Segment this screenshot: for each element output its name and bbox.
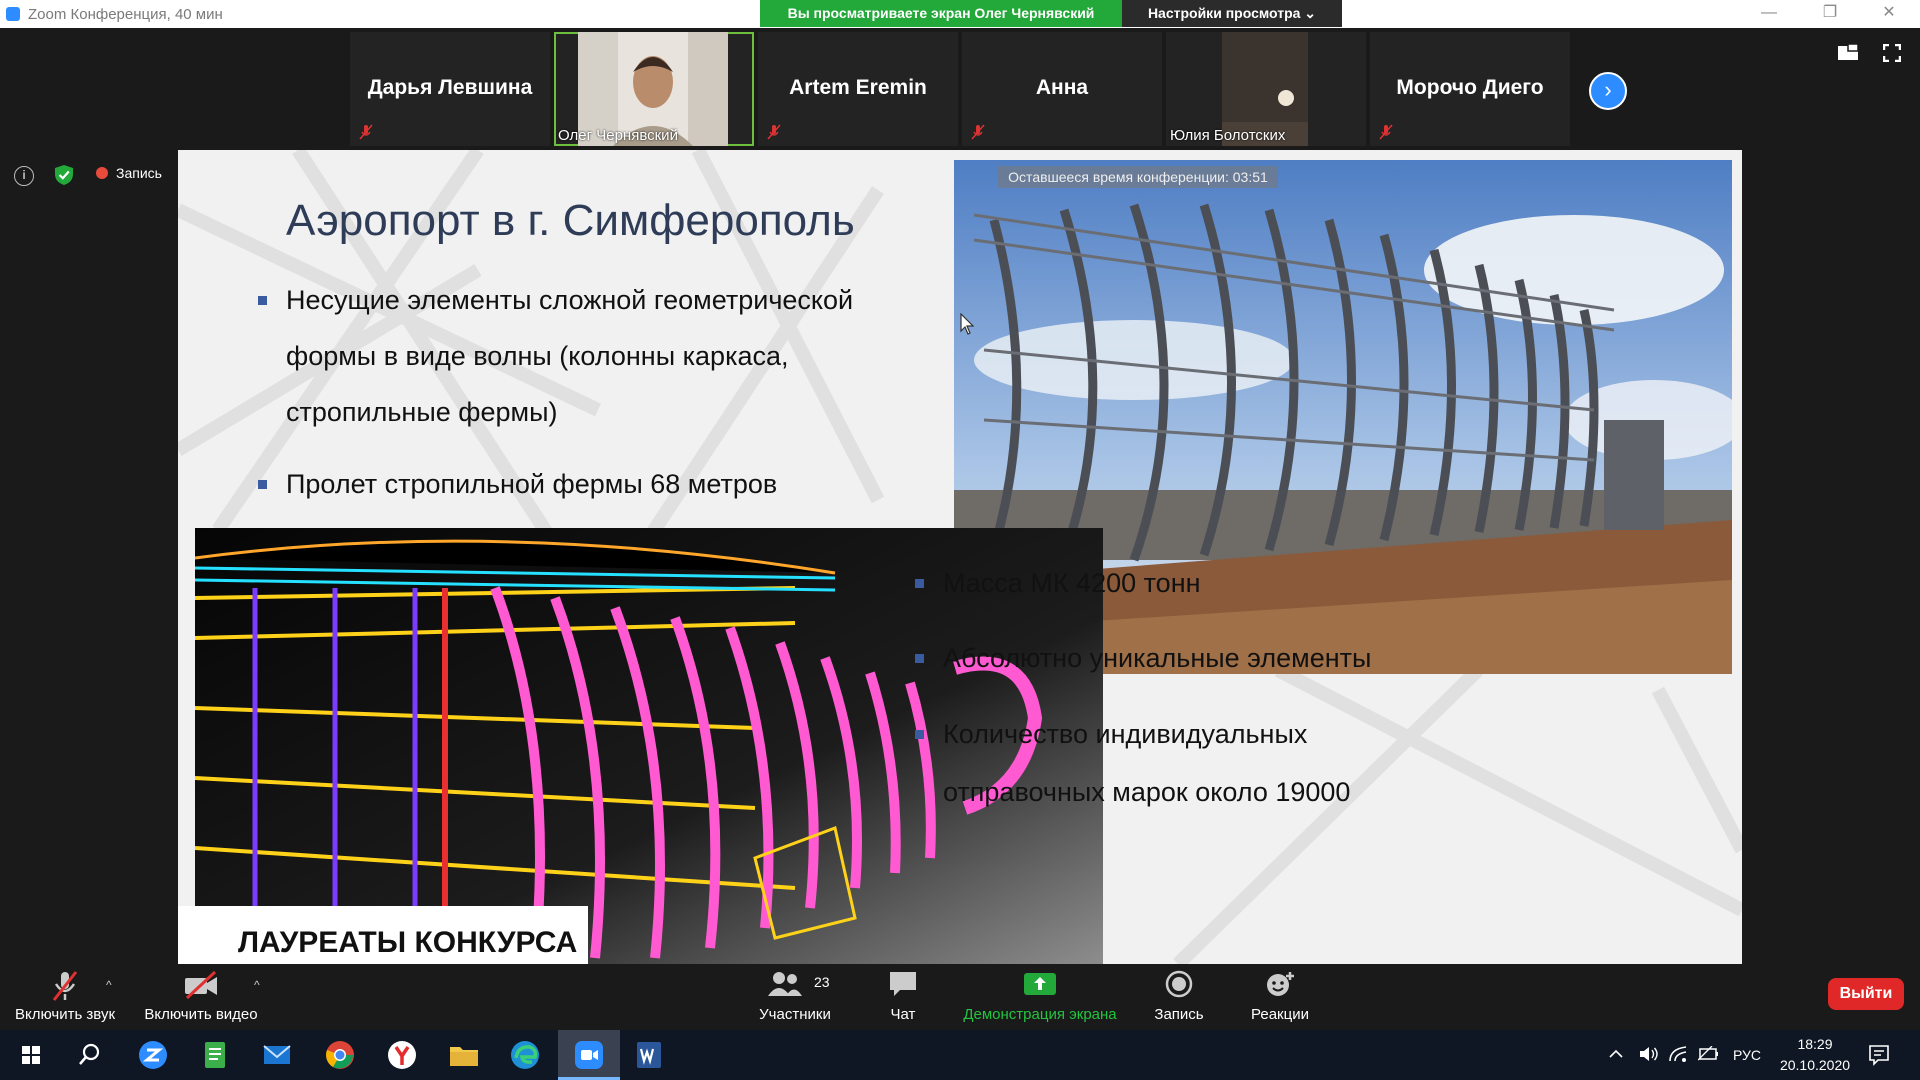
evernote-icon[interactable]: [198, 1038, 232, 1072]
network-icon[interactable]: [1668, 1045, 1688, 1063]
participants-icon: [768, 972, 802, 996]
remaining-time-banner: Оставшееся время конференции: 03:51: [998, 166, 1278, 188]
record-dot-icon: [96, 167, 108, 179]
chat-button[interactable]: Чат: [863, 964, 943, 1030]
close-window-button[interactable]: ✕: [1874, 2, 1904, 24]
view-options-button[interactable]: Настройки просмотра ⌄: [1122, 0, 1342, 27]
record-label: Запись: [1154, 1006, 1204, 1023]
participant-tile[interactable]: Artem Eremin: [758, 32, 958, 146]
share-screen-label: Демонстрация экрана: [963, 1006, 1117, 1023]
participant-name: Морочо Диего: [1396, 76, 1544, 99]
participant-tile[interactable]: Дарья Левшина: [350, 32, 550, 146]
window-title: Zoom Конференция, 40 мин: [28, 6, 223, 23]
slide-title: Аэропорт в г. Симферополь: [286, 196, 855, 245]
input-language[interactable]: РУС: [1733, 1047, 1761, 1063]
chat-icon: [890, 972, 916, 996]
fullscreen-icon[interactable]: [1883, 44, 1901, 62]
video-off-icon: [185, 970, 217, 1000]
zoom-meetings-icon: [575, 1041, 603, 1069]
active-taskbar-slot[interactable]: [558, 1030, 620, 1080]
mouse-cursor-icon: [960, 313, 974, 335]
edge-icon[interactable]: [508, 1038, 542, 1072]
slide-bullet: Пролет стропильной фермы 68 метров: [258, 456, 777, 512]
recording-indicator[interactable]: Запись: [96, 165, 162, 181]
notifications-icon[interactable]: [1868, 1044, 1890, 1066]
clock-time[interactable]: 18:29: [1790, 1036, 1840, 1052]
slide-bullet: Несущие элементы сложной геометрической: [258, 272, 853, 328]
zoom-app-icon[interactable]: [136, 1038, 170, 1072]
battery-icon[interactable]: [1698, 1046, 1720, 1062]
slide-bullet: Количество индивидуальных: [915, 706, 1307, 762]
window-title-bar: Zoom Конференция, 40 мин Вы просматривае…: [0, 0, 1920, 28]
volume-icon[interactable]: [1638, 1045, 1658, 1063]
bullet-marker: [258, 480, 267, 489]
screen-share-banner: Вы просматриваете экран Олег Чернявский: [760, 0, 1122, 27]
participant-name: Олег Чернявский: [558, 127, 678, 144]
share-screen-button[interactable]: Демонстрация экрана: [955, 964, 1125, 1030]
slide-bullet-continued: отправочных марок около 19000: [943, 777, 1351, 807]
mic-muted-icon: [52, 971, 78, 1001]
chrome-icon[interactable]: [323, 1038, 357, 1072]
yandex-browser-icon[interactable]: [385, 1038, 419, 1072]
bullet-marker: [258, 296, 267, 305]
participant-name: Дарья Левшина: [367, 76, 533, 99]
participant-name: Юлия Болотских: [1170, 127, 1286, 144]
participants-label: Участники: [759, 1006, 831, 1023]
record-icon: [1165, 970, 1193, 998]
slide-bullet-continued: формы в виде волны (колонны каркаса,: [286, 341, 789, 371]
security-shield-icon[interactable]: [54, 164, 74, 186]
audio-options-caret-icon[interactable]: ^: [106, 978, 112, 992]
participants-count-badge: 23: [814, 974, 830, 990]
shared-screen-slide: Аэропорт в г. Симферополь Несущие элемен…: [178, 150, 1742, 964]
start-video-label: Включить видео: [144, 1006, 258, 1023]
participant-strip: Дарья Левшина Олег Чернявский Artem Erem…: [0, 28, 1920, 150]
windows-taskbar: РУС 18:29 20.10.2020: [0, 1030, 1920, 1080]
participant-tile-active[interactable]: Олег Чернявский: [554, 32, 754, 146]
mic-muted-icon: [359, 124, 373, 140]
participant-name: Анна: [1035, 76, 1089, 99]
bullet-marker: [915, 579, 924, 588]
search-icon[interactable]: [72, 1038, 106, 1072]
participant-tile[interactable]: Морочо Диего: [1370, 32, 1570, 146]
unmute-label: Включить звук: [14, 1006, 116, 1023]
participant-tile[interactable]: Анна: [962, 32, 1162, 146]
leave-meeting-button[interactable]: Выйти: [1828, 978, 1904, 1010]
slide-bullet-continued: стропильные фермы): [286, 397, 558, 427]
mic-muted-icon: [767, 124, 781, 140]
mic-muted-icon: [971, 124, 985, 140]
record-button[interactable]: Запись: [1139, 964, 1219, 1030]
recording-label: Запись: [116, 165, 162, 181]
clock-date[interactable]: 20.10.2020: [1770, 1057, 1860, 1073]
view-layout-icon[interactable]: [1838, 44, 1858, 60]
participant-tile[interactable]: Юлия Болотских: [1166, 32, 1366, 146]
participant-name: Artem Eremin: [789, 76, 927, 99]
bullet-marker: [915, 730, 924, 739]
meeting-info-icon[interactable]: i: [14, 166, 34, 186]
slide-bullet: Абсолютно уникальные элементы: [915, 630, 1371, 686]
video-options-caret-icon[interactable]: ^: [254, 978, 260, 992]
bullet-marker: [915, 654, 924, 663]
mail-icon[interactable]: [260, 1038, 294, 1072]
participants-button[interactable]: Участники: [745, 964, 845, 1030]
share-screen-icon: [1024, 973, 1056, 995]
slide-bullet: Масса МК 4200 тонн: [915, 555, 1201, 611]
windows-start-icon[interactable]: [14, 1038, 48, 1072]
show-hidden-icons-icon[interactable]: [1608, 1046, 1624, 1062]
reactions-button[interactable]: Реакции: [1240, 964, 1320, 1030]
mic-muted-icon: [1379, 124, 1393, 140]
zoom-logo-icon: [6, 7, 20, 21]
reactions-icon: [1267, 972, 1294, 996]
meeting-toolbar: Включить звук ^ Включить видео ^ Участни…: [0, 964, 1920, 1030]
reactions-label: Реакции: [1251, 1006, 1309, 1023]
next-page-arrow-icon[interactable]: ›: [1589, 72, 1627, 110]
file-explorer-icon[interactable]: [447, 1038, 481, 1072]
chat-label: Чат: [890, 1006, 916, 1023]
unmute-button[interactable]: Включить звук: [0, 964, 130, 1030]
minimize-button[interactable]: —: [1754, 2, 1784, 24]
laureates-label: ЛАУРЕАТЫ КОНКУРСА: [178, 906, 588, 964]
restore-button[interactable]: ❐: [1815, 2, 1845, 24]
word-icon[interactable]: [632, 1038, 666, 1072]
start-video-button[interactable]: Включить видео: [136, 964, 266, 1030]
